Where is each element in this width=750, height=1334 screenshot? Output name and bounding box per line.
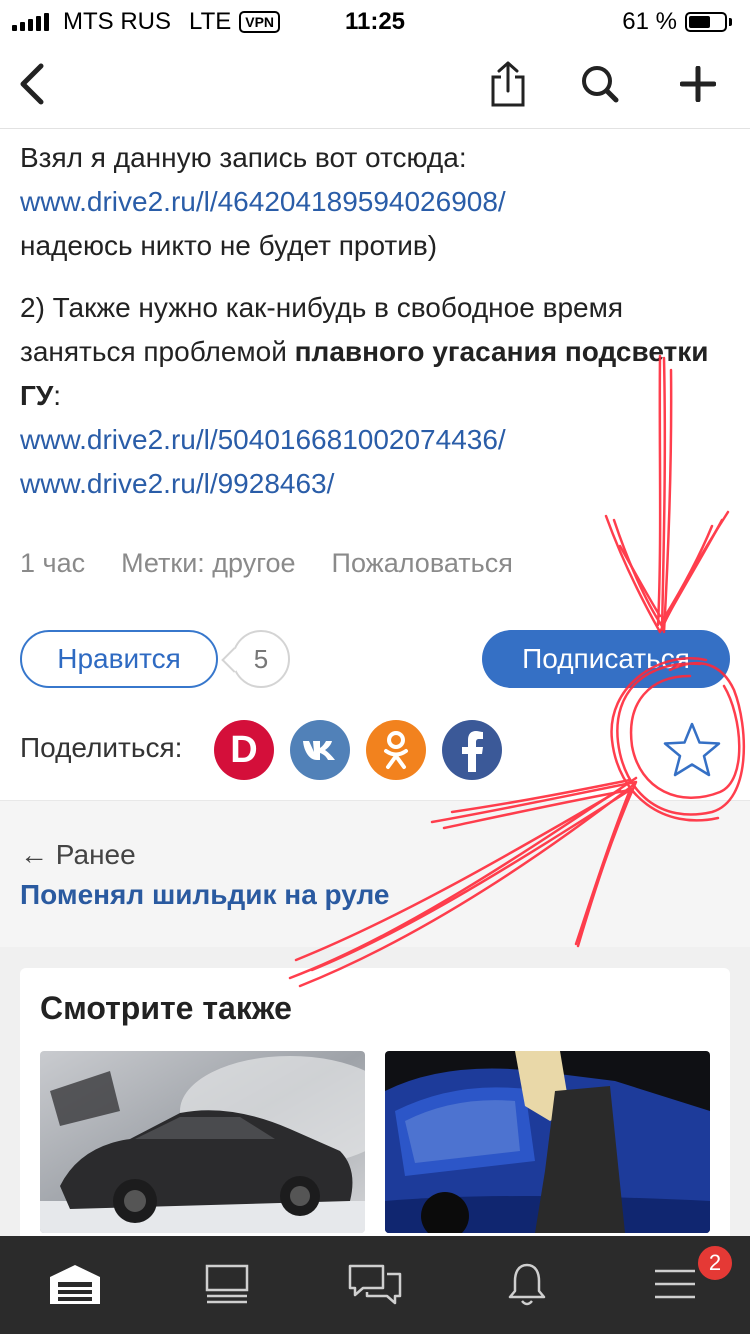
previous-post-section[interactable]: ← Ранее Поменял шильдик на руле [0,800,750,948]
share-icon [491,61,525,107]
share-label: Поделиться: [20,732,183,763]
share-drive2-button[interactable]: D [214,720,274,780]
search-button[interactable] [570,54,630,114]
tab-messages[interactable] [340,1254,410,1314]
subscribe-button[interactable]: Подписаться [482,630,730,688]
see-also-title: Смотрите также [40,990,292,1026]
favorite-button[interactable] [662,720,722,780]
article-link[interactable]: www.drive2.ru/l/504016681002074436/ [20,418,730,462]
post-time: 1 час [20,548,86,578]
tab-feed[interactable] [192,1254,262,1314]
post-meta: 1 час Метки: другое Пожаловаться [20,548,513,579]
facebook-icon [462,731,483,772]
like-count[interactable]: 5 [232,630,290,688]
blue-car-photo[interactable] [385,1051,710,1233]
nav-bar [0,40,750,129]
like-button[interactable]: Нравится [20,630,218,688]
article-text: надеюсь никто не будет против) [20,230,438,261]
odnoklassniki-icon [384,731,408,769]
share-ok-button[interactable] [366,720,426,780]
battery-icon [685,12,727,32]
article-text: Взял я данную запись вот отсюда: [20,142,467,173]
previous-label: ← Ранее [20,839,136,870]
tab-notifications[interactable] [492,1254,562,1314]
menu-badge: 2 [696,1244,734,1282]
share-facebook-button[interactable] [442,720,502,780]
tab-bar [0,1236,750,1334]
article-link[interactable]: www.drive2.ru/l/9928463/ [20,462,730,506]
burned-car-photo[interactable] [40,1051,365,1233]
like-count-value: 5 [253,643,269,674]
article-paragraph: 2) Также нужно как-нибудь в свободное вр… [20,286,730,418]
messages-icon [348,1264,402,1305]
feed-icon [205,1264,249,1304]
battery-indicator: 61 % [622,8,732,36]
back-button[interactable] [2,54,62,114]
article-link[interactable]: www.drive2.ru/l/464204189594026908/ [20,180,730,224]
share-row: Поделиться: D [20,718,730,782]
article-text: : [53,380,62,411]
vk-icon [303,741,335,760]
tab-garage[interactable] [40,1254,110,1314]
article-body: Взял я данную запись вот отсюда: www.dri… [20,136,730,506]
add-button[interactable] [668,54,728,114]
menu-icon [655,1269,695,1299]
status-bar: MTS RUS LTE VPN 11:25 61 % [0,0,750,40]
share-vk-button[interactable] [290,720,350,780]
battery-percent: 61 % [622,8,677,35]
drive2-icon: D [230,728,258,771]
see-also-card: Смотрите также [20,968,730,1258]
chevron-left-icon [20,63,44,105]
plus-icon [680,66,716,102]
garage-icon [50,1265,100,1304]
share-button[interactable] [478,54,538,114]
bell-icon [508,1263,546,1306]
star-icon [663,722,721,777]
search-icon [582,66,619,103]
report-link[interactable]: Пожаловаться [332,548,513,579]
previous-post-title[interactable]: Поменял шильдик на руле [20,879,389,911]
post-tags[interactable]: Метки: другое [121,548,295,579]
